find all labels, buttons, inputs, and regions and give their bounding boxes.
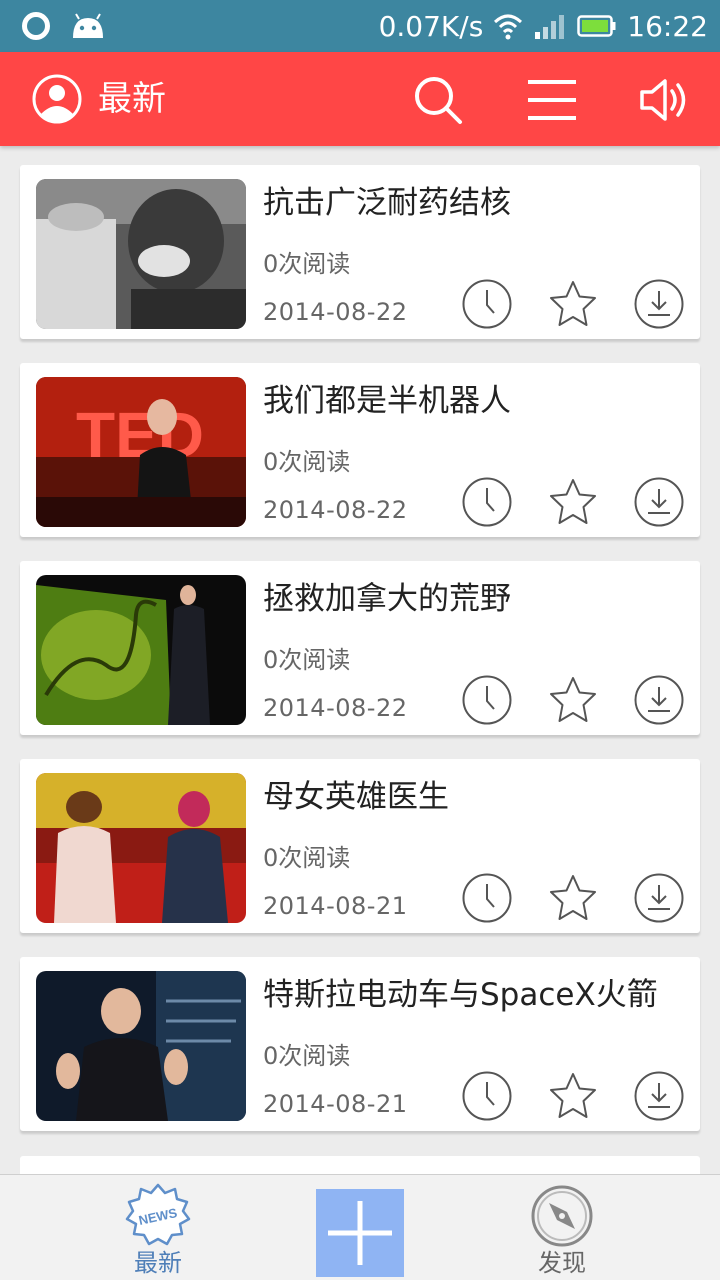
article-thumbnail[interactable] — [36, 575, 246, 725]
add-button[interactable] — [316, 1189, 404, 1277]
compass-icon — [531, 1185, 593, 1247]
download-icon[interactable] — [634, 873, 684, 923]
article-thumbnail[interactable] — [36, 971, 246, 1121]
download-icon[interactable] — [634, 675, 684, 725]
article-date: 2014-08-21 — [263, 1090, 408, 1118]
article-title[interactable]: 特斯拉电动车与SpaceX火箭 — [263, 975, 658, 1015]
article-read-count: 0次阅读 — [263, 844, 351, 872]
bottom-nav: NEWS 最新 发现 — [0, 1174, 720, 1280]
article-date: 2014-08-22 — [263, 694, 408, 722]
tab-latest-label: 最新 — [134, 1249, 182, 1277]
clock-icon[interactable] — [462, 1071, 512, 1121]
article-date: 2014-08-21 — [263, 892, 408, 920]
article-card[interactable]: 拯救加拿大的荒野 0次阅读 2014-08-22 — [20, 561, 700, 735]
tab-discover[interactable]: 发现 — [482, 1175, 642, 1280]
article-read-count: 0次阅读 — [263, 250, 351, 278]
tab-discover-label: 发现 — [538, 1249, 586, 1277]
article-thumbnail[interactable] — [36, 179, 246, 329]
article-title[interactable]: 拯救加拿大的荒野 — [263, 579, 511, 619]
article-read-count: 0次阅读 — [263, 448, 351, 476]
download-icon[interactable] — [634, 1071, 684, 1121]
plus-icon — [328, 1201, 392, 1265]
star-icon[interactable] — [548, 873, 598, 923]
network-speed: 0.07K/s — [378, 9, 484, 43]
clock-time: 16:22 — [627, 9, 708, 43]
download-icon[interactable] — [634, 279, 684, 329]
status-bar: 0.07K/s 16:22 — [0, 0, 720, 52]
wifi-icon — [494, 14, 523, 40]
notification-ring-icon — [22, 12, 50, 40]
speaker-icon — [640, 79, 686, 121]
download-icon[interactable] — [634, 477, 684, 527]
clock-icon[interactable] — [462, 873, 512, 923]
android-icon — [73, 13, 103, 38]
article-list: 抗击广泛耐药结核 0次阅读 2014-08-22 TED 我们都是半机器人 0次… — [20, 165, 700, 1155]
speaker-button[interactable] — [636, 72, 692, 128]
article-card[interactable]: TED 我们都是半机器人 0次阅读 2014-08-22 — [20, 363, 700, 537]
article-date: 2014-08-22 — [263, 496, 408, 524]
app-bar: 最新 — [0, 52, 720, 146]
article-card[interactable]: 母女英雄医生 0次阅读 2014-08-21 — [20, 759, 700, 933]
article-card[interactable]: 特斯拉电动车与SpaceX火箭 0次阅读 2014-08-21 — [20, 957, 700, 1131]
menu-button[interactable] — [524, 72, 580, 128]
page-title: 最新 — [98, 79, 166, 119]
battery-icon — [577, 15, 616, 37]
article-thumbnail[interactable] — [36, 773, 246, 923]
menu-icon — [528, 80, 576, 120]
search-button[interactable] — [410, 72, 466, 128]
article-date: 2014-08-22 — [263, 298, 408, 326]
article-title[interactable]: 抗击广泛耐药结核 — [263, 183, 511, 223]
article-title[interactable]: 母女英雄医生 — [263, 777, 449, 817]
clock-icon[interactable] — [462, 477, 512, 527]
clock-icon[interactable] — [462, 675, 512, 725]
star-icon[interactable] — [548, 675, 598, 725]
tab-latest[interactable]: NEWS 最新 — [78, 1175, 238, 1280]
article-card[interactable]: 抗击广泛耐药结核 0次阅读 2014-08-22 — [20, 165, 700, 339]
article-read-count: 0次阅读 — [263, 646, 351, 674]
news-badge-icon: NEWS — [125, 1183, 191, 1246]
clock-icon[interactable] — [462, 279, 512, 329]
star-icon[interactable] — [548, 1071, 598, 1121]
user-avatar-icon[interactable] — [32, 74, 82, 124]
star-icon[interactable] — [548, 477, 598, 527]
article-title[interactable]: 我们都是半机器人 — [263, 381, 511, 421]
star-icon[interactable] — [548, 279, 598, 329]
signal-icon — [535, 15, 565, 39]
article-read-count: 0次阅读 — [263, 1042, 351, 1070]
search-icon — [415, 77, 462, 124]
article-thumbnail[interactable]: TED — [36, 377, 246, 527]
